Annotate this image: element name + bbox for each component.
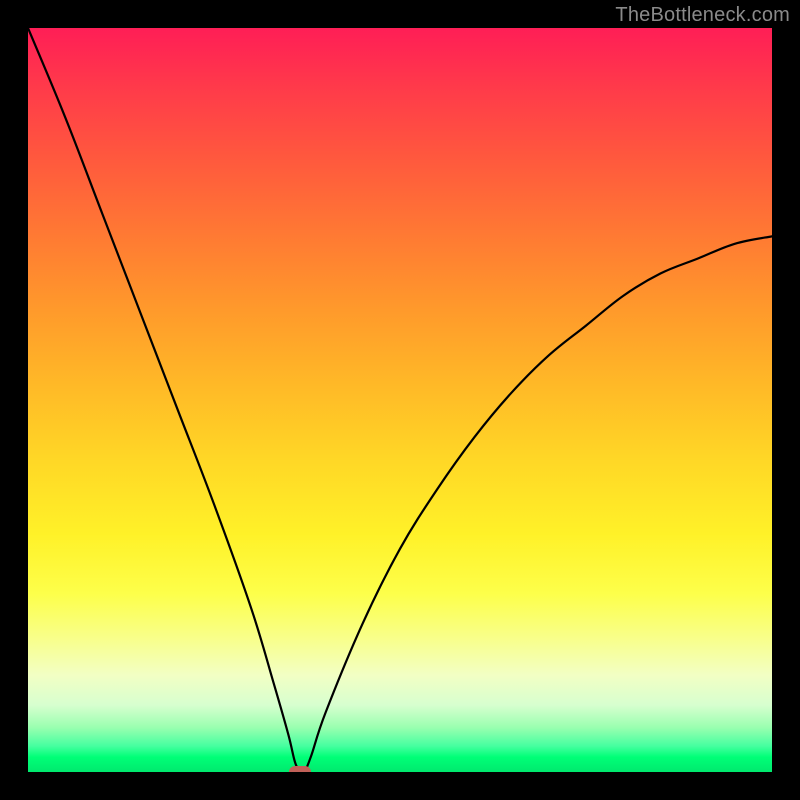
optimal-marker — [289, 766, 311, 772]
bottleneck-curve — [28, 28, 772, 772]
plot-area — [28, 28, 772, 772]
watermark-text: TheBottleneck.com — [615, 4, 790, 27]
outer-frame: TheBottleneck.com — [0, 0, 800, 800]
